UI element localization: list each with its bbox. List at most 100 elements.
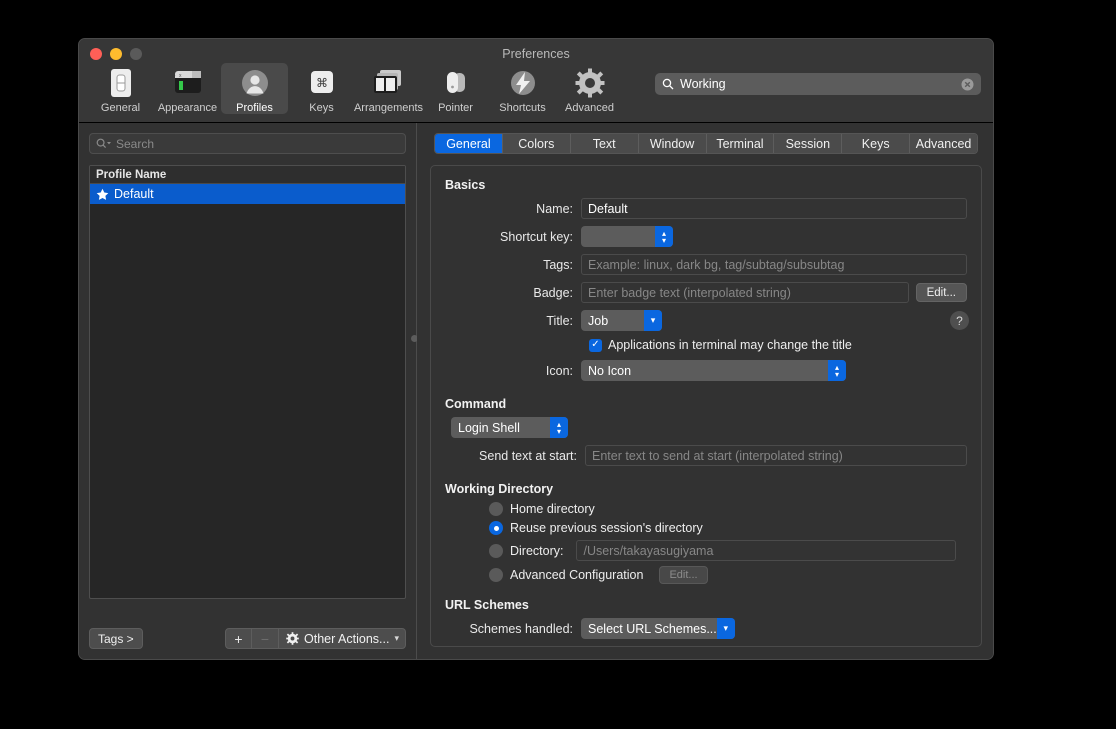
tab-advanced[interactable]: Advanced (910, 134, 977, 153)
chevron-down-icon: ▾ (394, 633, 399, 643)
radio-home-directory[interactable]: Home directory (489, 502, 967, 516)
toolbar-item-label: Pointer (438, 102, 473, 114)
toolbar-item-keys[interactable]: ⌘ Keys (288, 63, 355, 114)
title-row: Title: Job ▾ ? (445, 310, 969, 331)
url-schemes-section-title: URL Schemes (445, 598, 529, 612)
toolbar-item-label: Appearance (157, 102, 218, 114)
general-settings-panel: Basics Name: Default Shortcut key: ▴ ▾ T… (430, 165, 982, 647)
toolbar-search-value: Working (680, 77, 726, 91)
toolbar-search-field[interactable]: Working (655, 73, 981, 95)
radio-label: Reuse previous session's directory (510, 521, 703, 535)
toolbar-item-arrangements[interactable]: Arrangements (354, 63, 423, 114)
shortcut-key-row: Shortcut key: ▴ ▾ (445, 226, 967, 247)
tags-input[interactable]: Example: linux, dark bg, tag/subtag/subs… (581, 254, 967, 275)
radio-label: Directory: (510, 543, 564, 558)
title-popup[interactable]: Job ▾ (581, 310, 662, 331)
sidebar-action-group: + − Other Actions... ▾ (225, 628, 406, 649)
command-shell-popup[interactable]: Login Shell ▴ ▾ (451, 417, 568, 438)
toolbar-item-label: Profiles (236, 102, 273, 114)
badge-row: Badge: Enter badge text (interpolated st… (445, 282, 967, 303)
radio-label: Home directory (510, 502, 595, 516)
radio-reuse-previous[interactable]: Reuse previous session's directory (489, 521, 967, 535)
shortcut-key-popup[interactable]: ▴ ▾ (581, 226, 673, 247)
search-icon (96, 138, 111, 149)
badge-input[interactable]: Enter badge text (interpolated string) (581, 282, 909, 303)
title-change-checkbox-label: Applications in terminal may change the … (608, 338, 852, 352)
toolbar-item-label: Advanced (565, 102, 614, 114)
tab-window[interactable]: Window (638, 134, 707, 153)
command-shell-value: Login Shell (458, 420, 520, 435)
stepper-icon: ▴ ▾ (550, 417, 568, 438)
svg-text:⌘: ⌘ (316, 76, 328, 90)
toolbar-item-label: Keys (309, 102, 334, 114)
badge-edit-button[interactable]: Edit... (915, 283, 967, 302)
radio-selected-icon[interactable] (489, 521, 503, 535)
toolbar-item-pointer[interactable]: Pointer (422, 63, 489, 114)
radio-icon[interactable] (489, 568, 503, 582)
sidebar-search-placeholder: Search (116, 136, 155, 151)
badge-label: Badge: (533, 285, 573, 300)
advanced-icon (575, 67, 605, 99)
tab-terminal[interactable]: Terminal (706, 134, 775, 153)
radio-icon[interactable] (489, 543, 503, 558)
arrangements-icon (372, 67, 406, 99)
tab-text[interactable]: Text (570, 134, 639, 153)
profiles-icon (240, 67, 270, 99)
icon-value: No Icon (588, 363, 632, 378)
radio-icon[interactable] (489, 502, 503, 516)
name-label: Name: (536, 201, 573, 216)
window-titlebar: Preferences General x Appearance Profile… (79, 39, 993, 123)
shell-row: Login Shell ▴ ▾ (445, 417, 967, 438)
window-title: Preferences (502, 47, 570, 61)
keys-icon: ⌘ (308, 67, 336, 99)
tab-session[interactable]: Session (774, 134, 843, 153)
schemes-row: Schemes handled: Select URL Schemes... ▾ (445, 618, 967, 639)
profiles-table[interactable]: Profile Name Default (89, 165, 406, 599)
radio-directory[interactable]: Directory: /Users/takayasugiyama (489, 540, 956, 561)
shortcuts-icon (508, 67, 538, 99)
toolbar-item-profiles[interactable]: Profiles (221, 63, 288, 114)
toolbar-item-appearance[interactable]: x Appearance (154, 63, 221, 114)
name-input[interactable]: Default (581, 198, 967, 219)
appearance-icon: x (172, 67, 204, 99)
checkbox-checked-icon[interactable]: ✓ (589, 338, 602, 352)
toolbar-item-label: General (100, 102, 141, 114)
working-directory-section-title: Working Directory (445, 482, 554, 496)
icon-popup[interactable]: No Icon ▴ ▾ (581, 360, 846, 381)
radio-label: Advanced Configuration (510, 568, 644, 582)
title-change-checkbox-row[interactable]: ✓ Applications in terminal may change th… (589, 338, 967, 352)
sidebar-search-input[interactable]: Search (89, 133, 406, 154)
schemes-value: Select URL Schemes... (588, 621, 717, 636)
toolbar-item-general[interactable]: General (87, 63, 154, 114)
toolbar: General x Appearance Profiles ⌘ Keys Arr… (87, 63, 623, 114)
clear-search-icon[interactable] (961, 78, 974, 91)
send-text-input[interactable]: Enter text to send at start (interpolate… (585, 445, 967, 466)
add-profile-button[interactable]: + (225, 628, 252, 649)
remove-profile-button: − (252, 628, 279, 649)
tags-button[interactable]: Tags > (89, 628, 143, 649)
profile-detail-pane: General Colors Text Window Terminal Sess… (417, 123, 993, 659)
stepper-icon: ▴ ▾ (828, 360, 846, 381)
radio-advanced-configuration[interactable]: Advanced Configuration Edit... (489, 566, 967, 584)
schemes-popup[interactable]: Select URL Schemes... ▾ (581, 618, 735, 639)
toolbar-item-shortcuts[interactable]: Shortcuts (489, 63, 556, 114)
chevron-down-icon: ▾ (716, 618, 735, 639)
shortcut-key-label: Shortcut key: (500, 229, 573, 244)
stepper-icon: ▴ ▾ (655, 226, 673, 247)
other-actions-menu[interactable]: Other Actions... ▾ (279, 628, 406, 649)
table-row[interactable]: Default (90, 184, 405, 204)
gear-icon (286, 632, 299, 645)
help-button[interactable]: ? (950, 311, 969, 330)
search-icon (662, 78, 674, 90)
tab-general[interactable]: General (435, 134, 503, 153)
toolbar-item-advanced[interactable]: Advanced (556, 63, 623, 114)
tab-keys[interactable]: Keys (842, 134, 911, 153)
title-label: Title: (546, 313, 573, 328)
send-text-row: Send text at start: Enter text to send a… (445, 445, 967, 466)
tags-label: Tags: (543, 257, 573, 272)
tab-colors[interactable]: Colors (502, 134, 571, 153)
star-icon (96, 188, 109, 201)
basics-section-title: Basics (445, 178, 486, 192)
schemes-label: Schemes handled: (469, 621, 573, 636)
directory-input[interactable]: /Users/takayasugiyama (576, 540, 956, 561)
